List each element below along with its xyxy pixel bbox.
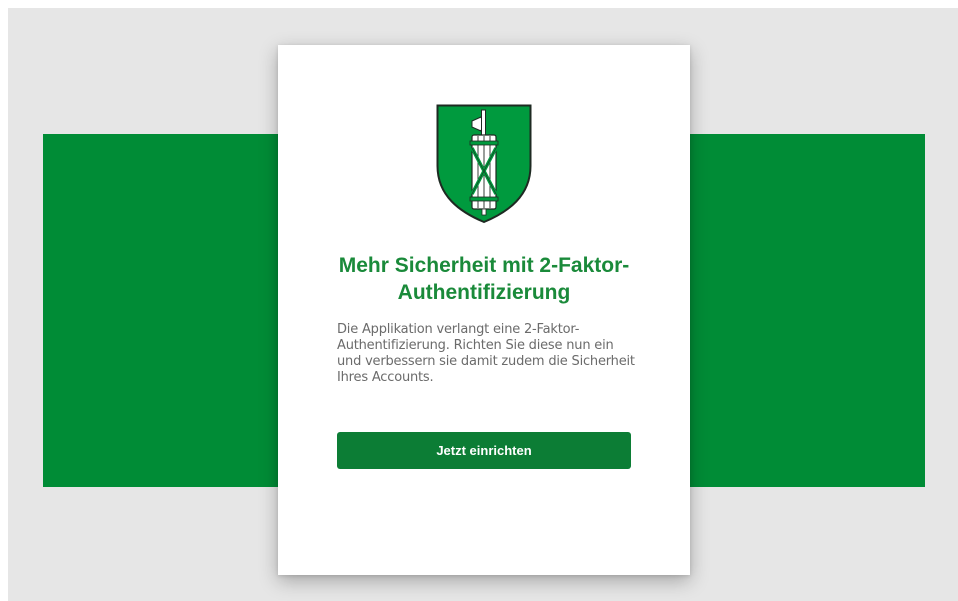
setup-now-button[interactable]: Jetzt einrichten	[337, 432, 631, 469]
card-title: Mehr Sicherheit mit 2-Faktor-Authentifiz…	[338, 254, 630, 304]
st-gallen-coat-of-arms-icon	[436, 104, 532, 224]
two-factor-card: Mehr Sicherheit mit 2-Faktor-Authentifiz…	[278, 45, 690, 575]
card-description: Die Applikation verlangt eine 2-Faktor-A…	[337, 322, 635, 385]
